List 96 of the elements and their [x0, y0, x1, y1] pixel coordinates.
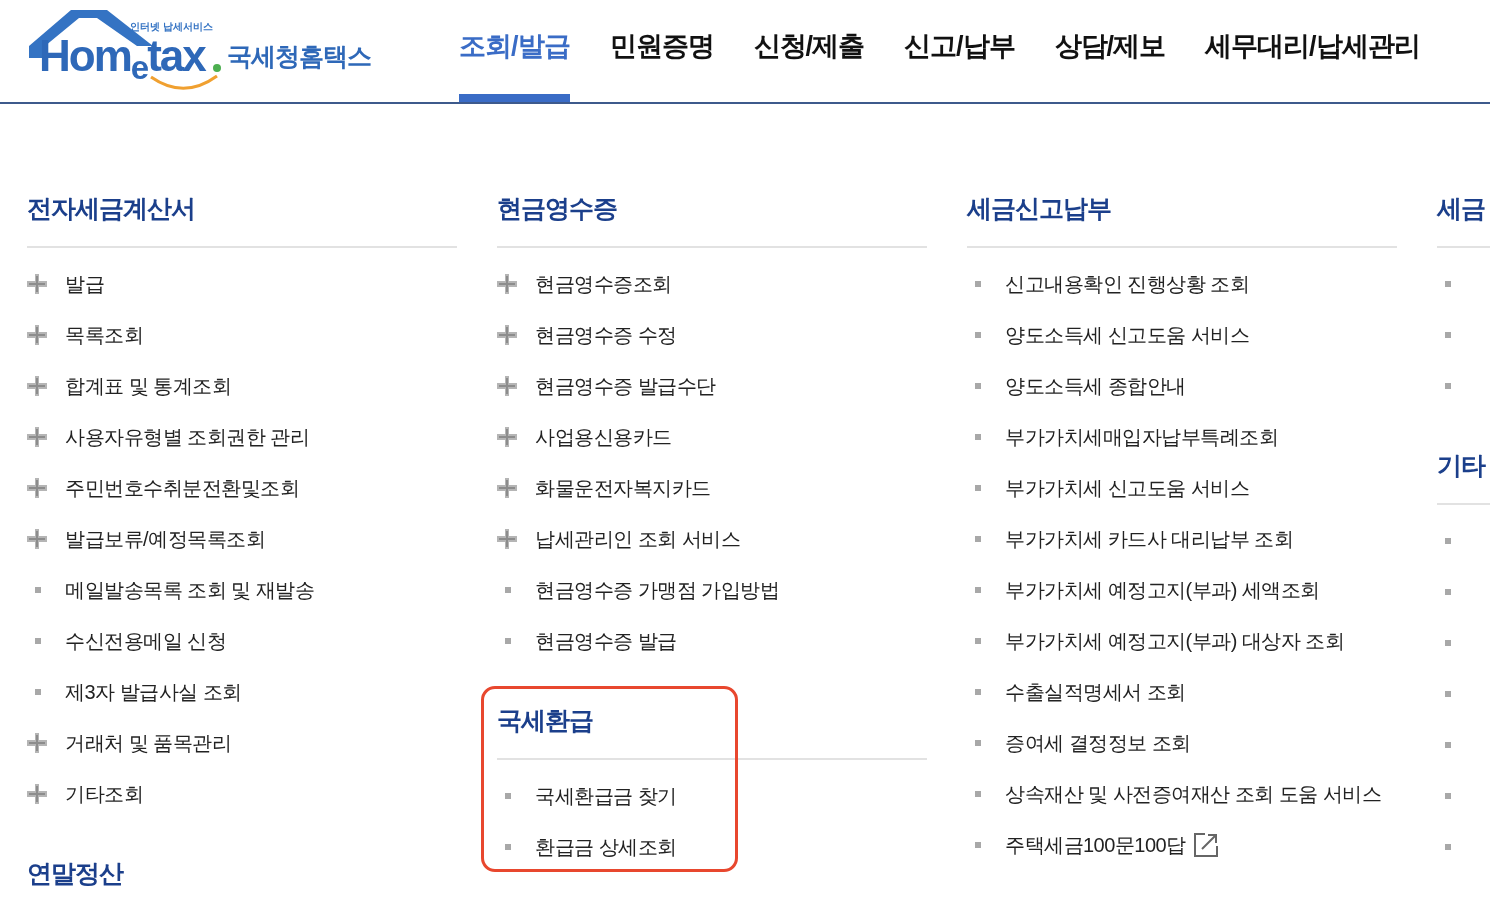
square-bullet: [975, 331, 981, 338]
square-bullet: [975, 484, 981, 491]
square-bullet: [975, 535, 981, 542]
external-link-icon[interactable]: [1191, 830, 1220, 859]
square-bullet: [1445, 588, 1451, 595]
menu-link[interactable]: 메일발송목록 조회 및 재발송: [65, 579, 315, 600]
square-bullet: [1445, 741, 1451, 748]
square-bullet: [975, 637, 981, 644]
menu-link[interactable]: 주택세금100문100답: [1005, 834, 1186, 855]
plus-icon: [497, 375, 517, 396]
menu-link[interactable]: 상속재산 및 사전증여재산 조회 도움 서비스: [1005, 783, 1382, 804]
square-bullet: [975, 280, 981, 287]
logo[interactable]: 인터넷 납세서비스 Hom$_{e}$tax 국세청홈택스: [27, 0, 389, 96]
logo-wordmark: Hom$_{e}$tax: [39, 34, 205, 78]
section-heading: 전자세금계산서: [27, 194, 196, 222]
nav-tab[interactable]: 신고/납부: [904, 0, 1015, 102]
square-bullet: [975, 433, 981, 440]
menu-link[interactable]: 수신전용메일 신청: [65, 630, 227, 651]
square-bullet: [505, 792, 511, 799]
section-heading: 세금신고납부: [967, 194, 1112, 222]
menu-link[interactable]: 발급: [65, 273, 104, 294]
square-bullet: [975, 841, 981, 848]
square-bullet: [1445, 382, 1451, 389]
menu-link[interactable]: 양도소득세 종합안내: [1005, 375, 1186, 396]
square-bullet: [975, 739, 981, 746]
menu-link[interactable]: 수출실적명세서 조회: [1005, 681, 1186, 702]
logo-dot-icon: [213, 64, 221, 72]
square-bullet: [975, 790, 981, 797]
plus-icon: [27, 324, 47, 345]
menu-link[interactable]: 현금영수증조회: [535, 273, 672, 294]
square-bullet: [35, 586, 41, 593]
plus-icon: [497, 477, 517, 498]
menu-link[interactable]: 부가가치세 신고도움 서비스: [1005, 477, 1250, 498]
nav-tab[interactable]: 상담/제보: [1054, 0, 1166, 102]
menu-link[interactable]: 신고내용확인 진행상황 조회: [1005, 273, 1250, 294]
menu-link[interactable]: 현금영수증 수정: [535, 324, 677, 345]
menu-link[interactable]: 사용자유형별 조회권한 관리: [65, 426, 310, 447]
plus-icon: [497, 426, 517, 447]
plus-icon: [27, 426, 47, 447]
plus-icon: [27, 528, 47, 549]
menu-link[interactable]: 합계표 및 통계조회: [65, 375, 232, 396]
menu-link[interactable]: 기타조회: [65, 783, 143, 804]
menu-link[interactable]: 발급보류/예정목록조회: [65, 528, 266, 549]
square-bullet: [1445, 843, 1451, 850]
menu-link[interactable]: 양도소득세 신고도움 서비스: [1005, 324, 1250, 345]
square-bullet: [35, 637, 41, 644]
square-bullet: [1445, 792, 1451, 799]
plus-icon: [27, 375, 47, 396]
logo-subtitle: 국세청홈택스: [227, 44, 371, 69]
menu-link[interactable]: 제3자 발급사실 조회: [65, 681, 242, 702]
menu-link[interactable]: 현금영수증 가맹점 가입방법: [535, 579, 780, 600]
menu-link[interactable]: 부가가치세매입자납부특례조회: [1005, 426, 1278, 447]
nav-tab[interactable]: 조회/발급: [459, 0, 570, 102]
square-bullet: [505, 586, 511, 593]
square-bullet: [505, 843, 511, 850]
logo-tagline: 인터넷 납세서비스: [130, 22, 213, 32]
square-bullet: [1445, 280, 1451, 287]
square-bullet: [35, 688, 41, 695]
menu-link[interactable]: 부가가치세 예정고지(부과) 세액조회: [1005, 579, 1320, 600]
menu-link[interactable]: 목록조회: [65, 324, 143, 345]
nav-tab[interactable]: 민원증명: [609, 0, 714, 102]
menu-link[interactable]: 부가가치세 카드사 대리납부 조회: [1005, 528, 1294, 549]
square-bullet: [1445, 537, 1451, 544]
menu-link[interactable]: 주민번호수취분전환및조회: [65, 477, 299, 498]
section-heading: 현금영수증: [497, 194, 618, 222]
section-heading: 국세환급: [497, 706, 594, 734]
plus-icon: [497, 528, 517, 549]
menu-link[interactable]: 국세환급금 찾기: [535, 785, 677, 806]
menu-link[interactable]: 사업용신용카드: [535, 426, 672, 447]
plus-icon: [27, 783, 47, 804]
menu-link[interactable]: 환급금 상세조회: [535, 836, 677, 857]
menu-link[interactable]: 현금영수증 발급수단: [535, 375, 716, 396]
square-bullet: [1445, 690, 1451, 697]
menu-link[interactable]: 화물운전자복지카드: [535, 477, 711, 498]
plus-icon: [497, 324, 517, 345]
square-bullet: [975, 382, 981, 389]
plus-icon: [27, 477, 47, 498]
square-bullet: [1445, 331, 1451, 338]
menu-link[interactable]: 현금영수증 발급: [535, 630, 677, 651]
section-heading: 세금: [1437, 194, 1486, 222]
plus-icon: [497, 273, 517, 294]
menu-link[interactable]: 거래처 및 품목관리: [65, 732, 232, 753]
section-heading: 연말정산: [27, 859, 125, 887]
square-bullet: [1445, 639, 1451, 646]
square-bullet: [975, 586, 981, 593]
section-heading: 기타: [1437, 451, 1487, 479]
menu-link[interactable]: 납세관리인 조회 서비스: [535, 528, 741, 549]
square-bullet: [505, 637, 511, 644]
plus-icon: [27, 273, 47, 294]
square-bullet: [975, 688, 981, 695]
nav-tab[interactable]: 신청/제출: [753, 0, 865, 102]
plus-icon: [27, 732, 47, 753]
menu-link[interactable]: 증여세 결정정보 조회: [1005, 732, 1191, 753]
menu-link[interactable]: 부가가치세 예정고지(부과) 대상자 조회: [1005, 630, 1345, 651]
smile-swoosh-icon: [149, 74, 219, 92]
nav-tab[interactable]: 세무대리/납세관리: [1205, 0, 1420, 102]
